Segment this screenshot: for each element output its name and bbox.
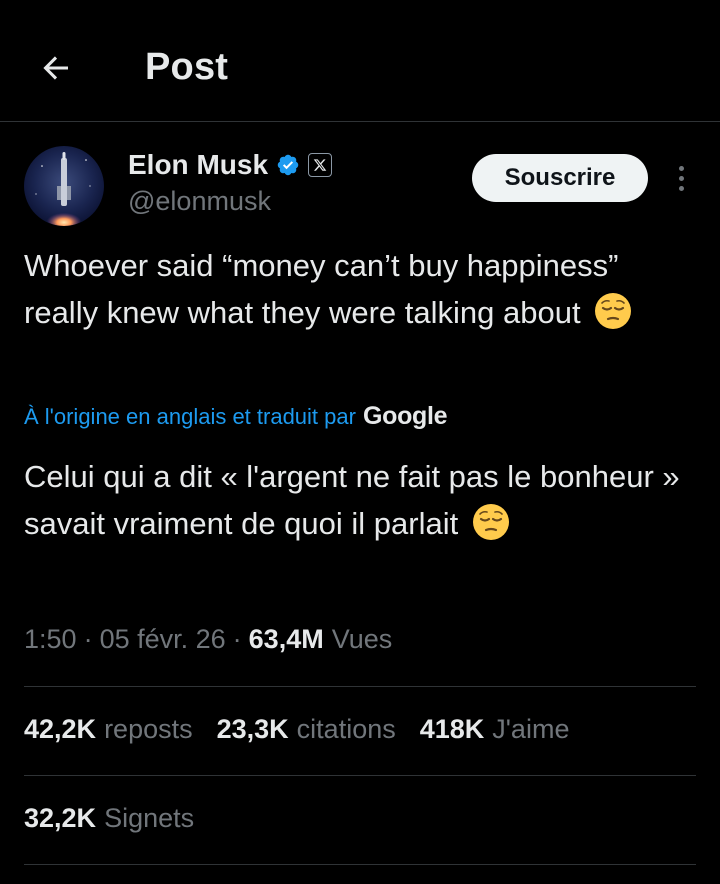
views-count: 63,4M — [248, 624, 324, 654]
page-title: Post — [145, 46, 229, 88]
post-meta: 1:50 · 05 févr. 26 · 63,4M Vues — [24, 624, 392, 655]
divider — [24, 864, 696, 865]
post-original-text: Whoever said “money can’t buy happiness”… — [24, 242, 684, 336]
reposts-count: 42,2K — [24, 714, 97, 744]
reposts-label: reposts — [104, 714, 193, 744]
x-logo-icon[interactable] — [308, 153, 333, 177]
translation-note[interactable]: À l'origine en anglais et traduit par Go… — [24, 402, 448, 431]
google-logo: Google — [362, 402, 448, 430]
bookmarks-label: Signets — [104, 803, 195, 833]
quotes-stat[interactable]: 23,3K citations — [217, 714, 396, 745]
author-handle[interactable]: @elonmusk — [128, 186, 271, 217]
rocket-avatar-image — [24, 146, 104, 226]
divider — [24, 775, 696, 776]
arrow-left-icon — [43, 56, 68, 80]
top-bar: Post — [0, 0, 720, 122]
translation-note-text: À l'origine en anglais et traduit par — [24, 404, 356, 429]
divider — [24, 686, 696, 687]
post-time[interactable]: 1:50 — [24, 624, 77, 655]
avatar[interactable] — [24, 146, 104, 226]
quotes-label: citations — [296, 714, 396, 744]
post-translated-text: Celui qui a dit « l'argent ne fait pas l… — [24, 453, 684, 547]
views-label: Vues — [331, 624, 393, 654]
pensive-face-emoji — [595, 293, 632, 329]
more-vertical-icon[interactable] — [666, 160, 696, 196]
likes-count: 418K — [419, 714, 485, 744]
likes-stat[interactable]: 418K J'aime — [420, 714, 570, 745]
reposts-stat[interactable]: 42,2K reposts — [24, 714, 193, 745]
post-date[interactable]: 05 févr. 26 — [100, 624, 226, 655]
bookmarks-stat[interactable]: 32,2K Signets — [24, 803, 194, 834]
author-name[interactable]: Elon Musk — [128, 149, 268, 181]
likes-label: J'aime — [492, 714, 570, 744]
post-text: Whoever said “money can’t buy happiness”… — [24, 248, 619, 330]
back-button[interactable] — [34, 46, 78, 90]
subscribe-button[interactable]: Souscrire — [472, 154, 648, 202]
author-name-row: Elon Musk — [128, 148, 333, 182]
bookmarks-count: 32,2K — [24, 803, 97, 833]
quotes-count: 23,3K — [216, 714, 289, 744]
verified-badge-icon[interactable] — [276, 153, 300, 177]
translated-text: Celui qui a dit « l'argent ne fait pas l… — [24, 459, 680, 541]
engagement-stats: 42,2K reposts 23,3K citations 418K J'aim… — [24, 714, 593, 745]
pensive-face-emoji — [472, 504, 509, 540]
meta-separator: · — [83, 624, 93, 654]
meta-separator: · — [232, 624, 242, 654]
